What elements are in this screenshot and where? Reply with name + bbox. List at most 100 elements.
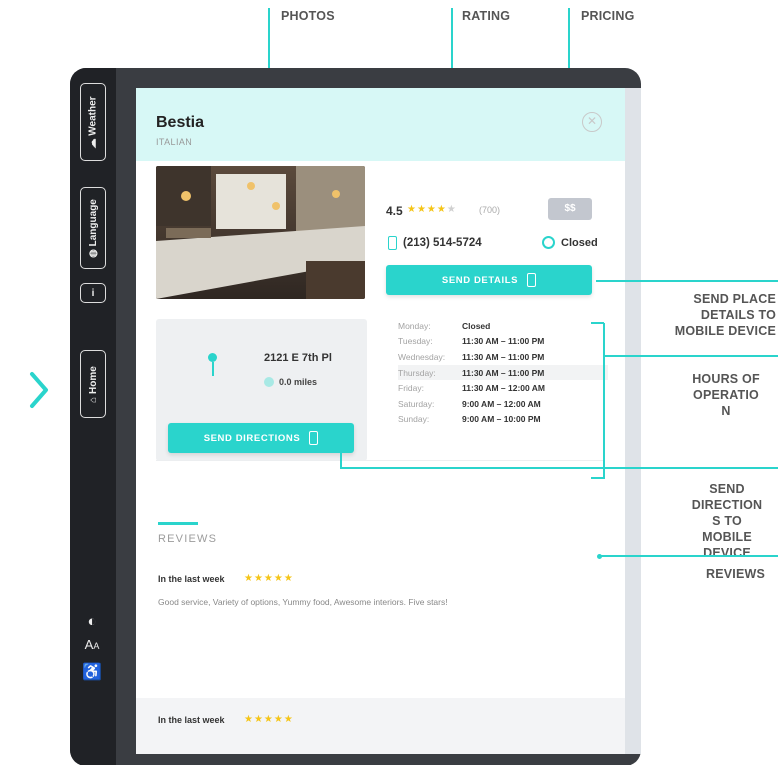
callout-hours-line [603, 355, 778, 357]
hours-row: Sunday: 9:00 AM – 10:00 PM [398, 412, 608, 428]
place-card: Bestia ITALIAN ✕ 4.5 ★★★★★ (700) $$ (213… [136, 88, 625, 754]
callout-hours-tick-bottom [591, 477, 604, 479]
hours-time: 11:30 AM – 11:00 PM [462, 351, 545, 362]
home-tab-label: Home [87, 365, 99, 394]
callout-send-dir-line3: S TO [712, 514, 742, 528]
distance-icon [264, 377, 274, 387]
hours-day: Monday: [398, 320, 431, 331]
send-details-label: SEND DETAILS [441, 274, 519, 286]
place-category: ITALIAN [156, 137, 193, 147]
hours-row-today: Thursday: 11:30 AM – 11:00 PM [398, 364, 608, 381]
review-text: Good service, Variety of options, Yummy … [158, 597, 448, 607]
hours-day: Tuesday: [398, 336, 433, 347]
review-card[interactable] [136, 698, 625, 754]
home-tab[interactable]: ⌂ Home [80, 350, 106, 418]
callout-hours-line1: HOURS OF [692, 372, 760, 386]
hours-time: 11:30 AM – 11:00 PM [462, 367, 545, 378]
hours-time: 11:30 AM – 12:00 AM [462, 383, 545, 394]
phone-label: (213) 514-5724 [403, 237, 482, 249]
callout-send-place-line1: SEND PLACE [693, 292, 776, 306]
callout-hours-line2: OPERATIO [693, 388, 759, 402]
info-icon: i [91, 287, 95, 299]
place-title: Bestia [156, 114, 205, 131]
callout-send-dir-line4: MOBILE [702, 530, 752, 544]
close-icon[interactable]: ✕ [582, 112, 602, 132]
clock-icon [542, 236, 555, 249]
hours-row: Tuesday: 11:30 AM – 11:00 PM [398, 334, 608, 350]
callout-hours-bracket [603, 323, 605, 479]
hours-time: 9:00 AM – 12:00 AM [462, 398, 541, 409]
review-period: In the last week [158, 574, 225, 584]
sidebar: ☁ Weather ◍ Language i ⌂ Home [70, 68, 116, 765]
distance: 0.0 miles [264, 377, 317, 387]
hours-day: Friday: [398, 383, 424, 394]
review-count: (700) [479, 205, 501, 215]
text-size-icon[interactable]: AA [80, 637, 104, 652]
hours-row: Monday: Closed [398, 318, 608, 334]
hours-day: Wednesday: [398, 351, 446, 362]
review-stars: ★★★★★ [244, 714, 294, 725]
address: 2121 E 7th Pl [264, 352, 332, 364]
rating-stars: ★★★★★ [407, 204, 457, 215]
hours-row: Friday: 11:30 AM – 12:00 AM [398, 380, 608, 396]
reviews-accent [158, 522, 198, 525]
phone-icon [309, 431, 319, 445]
hours-day: Thursday: [398, 367, 436, 378]
review-stars: ★★★★★ [244, 573, 294, 584]
callout-send-place-line3: MOBILE DEVICE [674, 324, 776, 338]
distance-label: 0.0 miles [279, 377, 318, 387]
section-divider [156, 460, 605, 461]
rating-value: 4.5 [386, 204, 403, 218]
background-panel [625, 88, 641, 754]
callout-send-place-line [596, 280, 778, 282]
language-tab[interactable]: ◍ Language [80, 187, 106, 269]
callout-send-dir-line [340, 467, 778, 469]
place-photo[interactable] [156, 166, 365, 299]
callout-send-dir-drop [340, 451, 342, 468]
map-pin-stem [212, 362, 214, 376]
accessibility-icon[interactable]: ♿ [80, 662, 104, 682]
callout-hours-tick-top [591, 322, 604, 324]
send-details-button[interactable]: SEND DETAILS [386, 265, 592, 295]
hours-day: Saturday: [398, 398, 435, 409]
send-directions-label: SEND DIRECTIONS [203, 432, 301, 444]
reviews-title: REVIEWS [158, 533, 218, 545]
hours-row: Wednesday: 11:30 AM – 11:00 PM [398, 349, 608, 365]
hours-time: 9:00 AM – 10:00 PM [462, 414, 541, 425]
weather-tab[interactable]: ☁ Weather [80, 83, 106, 161]
globe-icon: ◍ [87, 245, 99, 258]
phone-icon [388, 236, 397, 250]
stage: PHOTOS RATING PRICING ☁ Weather ◍ Langua… [0, 0, 778, 765]
hours-time: 11:30 AM – 11:00 PM [462, 336, 545, 347]
callout-send-place-line2: DETAILS TO [700, 308, 776, 322]
open-status: Closed [542, 236, 598, 249]
hours-row: Saturday: 9:00 AM – 12:00 AM [398, 396, 608, 412]
phone-icon [527, 273, 537, 287]
callout-send-dir-line2: DIRECTION [691, 498, 763, 512]
callout-hours: HOURS OF OPERATIO N [676, 371, 776, 419]
contrast-icon[interactable]: ◐ [80, 613, 104, 630]
callout-reviews-line [600, 555, 778, 557]
chevron-right-icon[interactable] [28, 370, 50, 410]
weather-tab-label: Weather [87, 95, 99, 136]
language-tab-label: Language [87, 198, 99, 246]
price-badge: $$ [548, 198, 592, 220]
callout-send-dir-line5: DEVICE [703, 546, 751, 560]
weather-icon: ☁ [87, 135, 99, 149]
callout-photos: PHOTOS [281, 9, 335, 23]
callout-reviews: REVIEWS [706, 567, 766, 581]
info-button[interactable]: i [80, 283, 106, 303]
status-label: Closed [561, 236, 598, 249]
callout-send-dir-line1: SEND [709, 482, 745, 496]
hours-table: Monday: Closed Tuesday: 11:30 AM – 11:00 P… [398, 318, 608, 427]
callout-send-dir: SEND DIRECTION S TO MOBILE DEVICE [682, 481, 772, 561]
send-directions-button[interactable]: SEND DIRECTIONS [168, 423, 354, 453]
callout-pricing: PRICING [581, 9, 635, 23]
hours-time: Closed [462, 320, 491, 331]
callout-send-place: SEND PLACE DETAILS TO MOBILE DEVICE [632, 291, 776, 339]
phone-number[interactable]: (213) 514-5724 [388, 236, 482, 250]
card-header [136, 88, 625, 161]
hours-day: Sunday: [398, 414, 430, 425]
callout-hours-line3: N [721, 404, 731, 418]
map-pin-icon [208, 353, 217, 362]
